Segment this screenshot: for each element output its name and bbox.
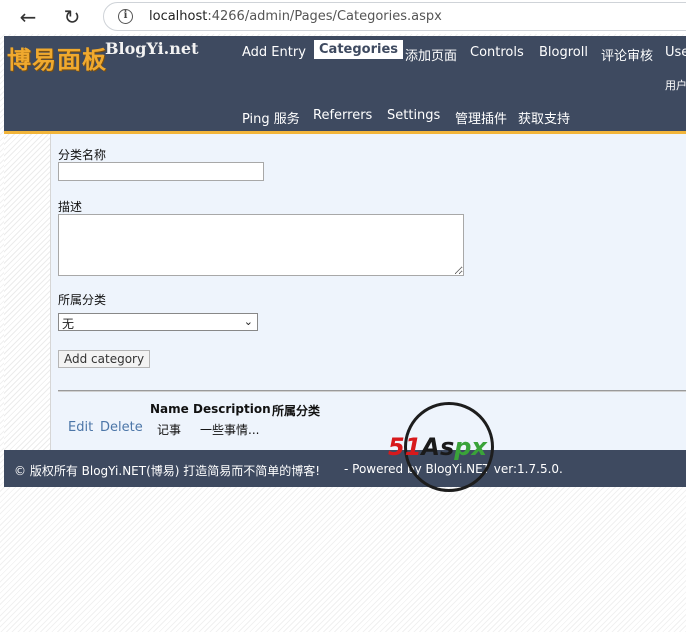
parent-category-select[interactable]: 无 ⌄ xyxy=(58,313,258,331)
logo-cn: 博易面板 xyxy=(7,45,107,74)
description-label: 描述 xyxy=(58,200,83,214)
menu-get-support[interactable]: 获取支持 xyxy=(518,108,570,127)
menu-add-entry[interactable]: Add Entry xyxy=(242,45,306,60)
section-divider xyxy=(58,390,686,392)
watermark-logo: 51Aspx xyxy=(388,433,487,461)
column-header-description: Description xyxy=(193,402,271,416)
url-text[interactable]: localhost:4266/admin/Pages/Categories.as… xyxy=(149,9,442,24)
edit-link[interactable]: Edit xyxy=(68,420,93,435)
menu-blogroll[interactable]: Blogroll xyxy=(539,45,588,60)
menu-users-cn[interactable]: 用户 xyxy=(665,77,686,93)
menu-users[interactable]: Use xyxy=(665,45,686,60)
category-name-label: 分类名称 xyxy=(58,148,107,162)
menu-controls[interactable]: Controls xyxy=(470,45,524,60)
back-arrow-icon[interactable]: ← xyxy=(16,5,40,29)
chevron-down-icon: ⌄ xyxy=(243,315,253,328)
parent-category-selected: 无 xyxy=(62,317,75,331)
menu-add-page[interactable]: 添加页面 xyxy=(405,45,457,64)
menu-ping-service[interactable]: Ping 服务 xyxy=(242,108,300,127)
category-description-cell: 一些事情... xyxy=(200,423,260,437)
logo-en: BlogYi.net xyxy=(105,39,199,58)
menu-comment-review[interactable]: 评论审核 xyxy=(601,45,653,64)
footer: © 版权所有 BlogYi.NET(博易) 打造简易而不简单的博客! - Pow… xyxy=(4,450,686,487)
address-bar[interactable]: i localhost:4266/admin/Pages/Categories.… xyxy=(103,2,686,31)
admin-header: 博易面板 BlogYi.net Add Entry Categories 添加页… xyxy=(4,36,686,132)
browser-toolbar: ← ↻ i localhost:4266/admin/Pages/Categor… xyxy=(0,0,686,34)
menu-settings[interactable]: Settings xyxy=(387,108,440,123)
category-name-input[interactable] xyxy=(58,162,264,181)
main-content: 分类名称 描述 所属分类 无 ⌄ Add category Name Descr… xyxy=(51,134,686,450)
menu-categories[interactable]: Categories xyxy=(314,40,404,59)
column-header-name: Name xyxy=(150,402,189,416)
parent-category-label: 所属分类 xyxy=(58,293,107,307)
column-header-parent: 所属分类 xyxy=(272,404,321,418)
footer-copyright: © 版权所有 BlogYi.NET(博易) 打造简易而不简单的博客! xyxy=(14,464,321,478)
reload-icon[interactable]: ↻ xyxy=(60,5,84,29)
menu-manage-plugins[interactable]: 管理插件 xyxy=(455,108,507,127)
description-textarea[interactable] xyxy=(58,214,464,276)
delete-link[interactable]: Delete xyxy=(100,420,143,435)
left-margin xyxy=(4,134,51,450)
add-category-button[interactable]: Add category xyxy=(58,350,151,368)
info-icon[interactable]: i xyxy=(118,9,133,24)
category-name-cell: 记事 xyxy=(157,423,182,437)
menu-referrers[interactable]: Referrers xyxy=(313,108,372,123)
